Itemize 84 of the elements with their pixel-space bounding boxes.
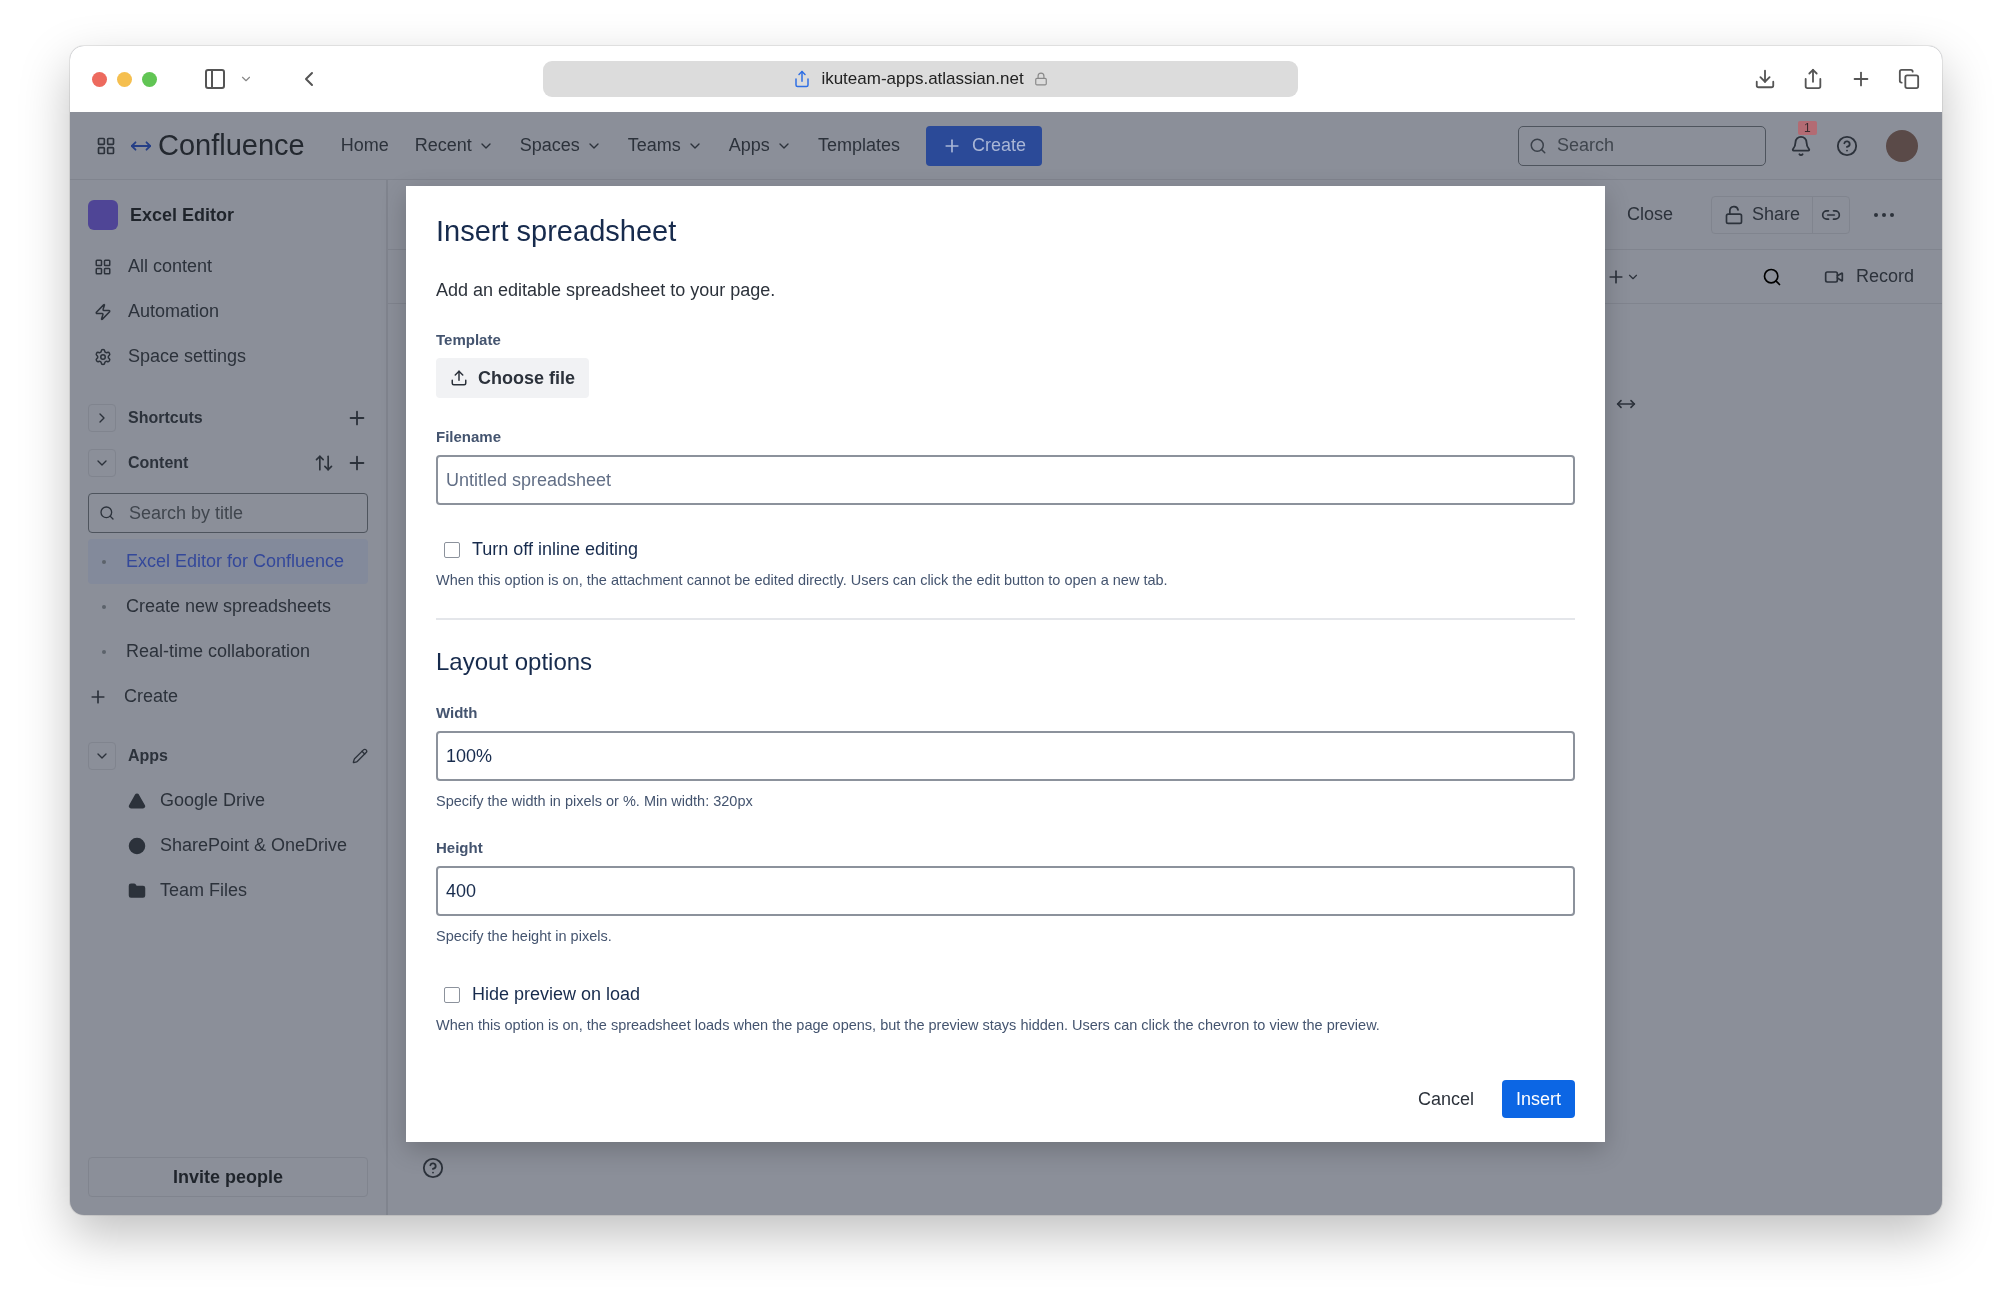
create-link[interactable]: Create [88, 674, 368, 719]
triangle-icon [128, 791, 146, 810]
space-icon [88, 200, 118, 230]
dialog-description: Add an editable spreadsheet to your page. [436, 280, 777, 301]
create-button[interactable]: Create [925, 125, 1042, 166]
share-icon [1802, 68, 1824, 90]
hint-text: When this option is on, the attachment cannot be edited directly. Users can click the edit button to open a new tab. [436, 572, 1169, 588]
checkbox-text: Hide preview on load [472, 984, 641, 1005]
nav-menu-item[interactable]: Spaces [519, 135, 602, 156]
bullet-icon [102, 559, 106, 564]
section-label: Shortcuts [128, 408, 204, 427]
close-window-button[interactable] [92, 71, 107, 87]
nav-menu-item[interactable]: Home [340, 135, 389, 156]
section-label: Apps [128, 746, 169, 765]
settings-icon [94, 347, 112, 366]
section-label: Content [128, 453, 190, 472]
search-icon [99, 505, 115, 521]
unlock-icon [1723, 204, 1744, 225]
section-heading: Layout options [436, 648, 594, 676]
tabs-icon [1898, 68, 1920, 90]
notification-badge: 1 [1798, 120, 1817, 135]
app-item[interactable]: SharePoint & OneDrive [88, 823, 368, 868]
expand-toggle[interactable] [88, 403, 116, 432]
field-label: Height [436, 839, 484, 856]
minimize-button[interactable] [117, 71, 132, 87]
nav-menu-item[interactable]: Teams [627, 135, 703, 156]
address-bar[interactable]: ikuteam-apps.atlassian.net [543, 61, 1298, 97]
cancel-button[interactable]: Cancel [1405, 1080, 1486, 1118]
bullet-icon [102, 604, 106, 609]
nav-menu-item[interactable]: Recent [414, 135, 494, 156]
expand-toggle[interactable] [88, 448, 116, 477]
checkbox[interactable] [444, 986, 460, 1003]
dialog-title: Insert spreadsheet [436, 214, 678, 249]
insert-button[interactable]: Insert [1501, 1080, 1575, 1118]
field-label: Filename [436, 428, 503, 445]
hint-text: When this option is on, the spreadsheet loads when the page opens, but the preview stays hidden. Users can click the chevron to view the preview. [436, 1017, 1381, 1033]
sidebar-item[interactable]: Space settings [88, 334, 368, 379]
height-input[interactable]: 400 [436, 866, 1575, 916]
bullet-icon [102, 649, 106, 654]
lightning-icon [94, 302, 112, 321]
zoom-button[interactable] [142, 71, 157, 87]
help-icon [1836, 134, 1858, 157]
field-label: Width [436, 704, 479, 721]
checkbox[interactable] [444, 541, 460, 558]
width-input[interactable]: 100% [436, 731, 1575, 781]
more-icon [1874, 212, 1894, 217]
help-icon [422, 1157, 444, 1179]
hint-text: Specify the height in pixels. [436, 928, 613, 944]
pencil-icon [352, 747, 368, 764]
checkbox-text: Turn off inline editing [472, 539, 639, 560]
sidebar-toggle-icon [203, 67, 227, 91]
sidebar-item[interactable]: Automation [88, 289, 368, 334]
circle-icon [128, 836, 146, 855]
invite-button[interactable]: Invite people [88, 1157, 368, 1197]
app-switcher-icon [96, 135, 116, 156]
search-icon [1529, 136, 1547, 155]
grid-icon [94, 257, 112, 276]
avatar[interactable] [1886, 129, 1918, 162]
app-item[interactable]: Team Files [88, 868, 368, 913]
search-field[interactable]: Search [1518, 125, 1766, 166]
app-item[interactable]: Google Drive [88, 778, 368, 823]
filename-input[interactable]: Untitled spreadsheet [436, 455, 1575, 505]
page-tree-item[interactable]: Real-time collaboration [88, 629, 368, 674]
record-button[interactable]: Record [1811, 260, 1926, 293]
sidebar-item[interactable]: All content [88, 244, 368, 289]
page-tree-item[interactable]: Excel Editor for Confluence [88, 539, 368, 584]
nav-menu-item[interactable]: Apps [728, 135, 792, 156]
search-icon [1761, 266, 1782, 287]
page-tree-item[interactable]: Create new spreadsheets [88, 584, 368, 629]
nav-menu-item[interactable]: Templates [817, 135, 900, 156]
notification-icon [1790, 134, 1812, 157]
url-text: ikuteam-apps.atlassian.net [821, 69, 1024, 89]
upload-icon [450, 369, 468, 387]
choose-file-button[interactable]: Choose file [436, 358, 589, 398]
download-icon [1754, 68, 1776, 90]
space-name[interactable]: Excel Editor [130, 204, 235, 226]
hint-text: Specify the width in pixels or %. Min width: 320px [436, 793, 754, 809]
product-name: Confluence [158, 129, 305, 162]
folder-icon [128, 881, 146, 900]
field-label: Template [436, 331, 502, 348]
lock-icon [1033, 72, 1048, 86]
search-field[interactable]: Search by title [88, 493, 368, 533]
expand-toggle[interactable] [88, 741, 116, 770]
close-button[interactable]: Close [1614, 198, 1685, 231]
